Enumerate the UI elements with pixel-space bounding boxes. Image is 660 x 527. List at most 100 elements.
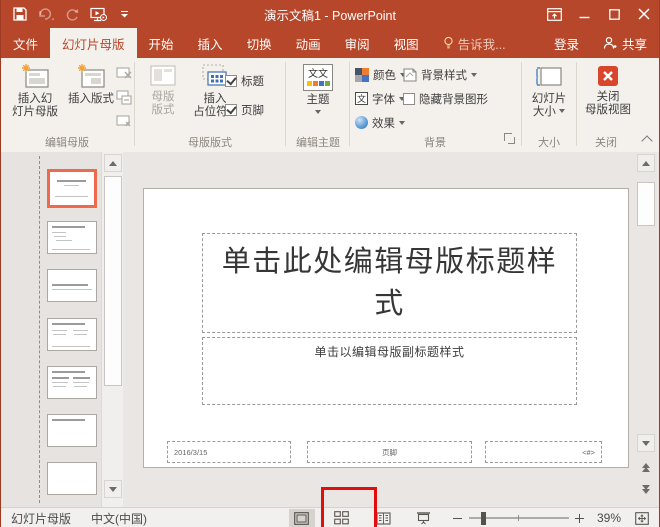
fonts-button[interactable]: 文 字体	[355, 90, 405, 107]
themes-button[interactable]: 文文 主题	[295, 60, 341, 140]
date-placeholder[interactable]: 2016/3/15	[167, 441, 291, 463]
hide-background-graphics-label: 隐藏背景图形	[419, 91, 488, 107]
panel-scrollbar-thumb[interactable]	[104, 176, 122, 386]
tab-slide-master[interactable]: 幻灯片母版	[50, 28, 137, 58]
previous-slide-button[interactable]	[637, 458, 655, 476]
zoom-controls	[453, 513, 585, 523]
redo-icon	[65, 8, 79, 21]
effects-button[interactable]: 效果	[355, 114, 405, 131]
colors-button[interactable]: 颜色	[355, 66, 406, 83]
footer-placeholder[interactable]: 页脚	[307, 441, 472, 463]
delete-master-icon	[116, 66, 132, 80]
slide-number-placeholder-text: <#>	[582, 448, 595, 457]
zoom-out-button[interactable]	[453, 513, 463, 523]
scroll-down-button[interactable]	[637, 434, 655, 452]
close-button[interactable]	[629, 0, 659, 28]
maximize-icon	[609, 9, 620, 20]
layout-thumbnail-title-slide[interactable]	[47, 169, 97, 208]
title-checkbox[interactable]	[225, 75, 237, 87]
title-placeholder[interactable]: 单击此处编辑母版标题样式	[202, 233, 577, 333]
undo-icon	[37, 8, 55, 21]
close-master-view-label: 关闭	[597, 91, 620, 104]
tab-insert[interactable]: 插入	[186, 28, 235, 58]
delete-master-button[interactable]	[115, 64, 133, 82]
normal-view-button[interactable]	[289, 509, 315, 527]
status-language-button[interactable]: 中文(中国)	[81, 510, 157, 527]
redo-button[interactable]	[61, 4, 83, 24]
tab-review[interactable]: 审阅	[333, 28, 382, 58]
background-dialog-launcher[interactable]	[504, 133, 516, 145]
layout-thumbnail-blank[interactable]	[47, 462, 97, 495]
customize-qat-button[interactable]	[113, 4, 135, 24]
zoom-slider-track[interactable]	[469, 517, 569, 519]
tab-home[interactable]: 开始	[137, 28, 186, 58]
tab-animations[interactable]: 动画	[284, 28, 333, 58]
panel-scroll-up-button[interactable]	[104, 154, 122, 172]
layout-thumbnail-comparison[interactable]	[47, 366, 97, 399]
maximize-button[interactable]	[599, 0, 629, 28]
insert-layout-button[interactable]: 插入版式	[65, 60, 117, 140]
slide-show-button[interactable]	[411, 509, 437, 527]
tab-file[interactable]: 文件	[1, 28, 50, 58]
master-layout-button[interactable]: 母版 版式	[139, 60, 187, 140]
group-label-background: 背景	[351, 134, 519, 150]
hide-background-graphics-checkbox[interactable]	[403, 93, 415, 105]
slide-number-placeholder[interactable]: <#>	[485, 441, 602, 463]
slide-canvas[interactable]: 单击此处编辑母版标题样式 单击以编辑母版副标题样式 2016/3/15 页脚 <…	[143, 188, 629, 468]
footer-checkbox-row[interactable]: 页脚	[225, 101, 264, 118]
master-layout-icon	[149, 64, 177, 88]
rename-master-button[interactable]	[115, 88, 133, 106]
insert-slide-master-button[interactable]: 插入幻 灯片母版	[7, 60, 63, 140]
tab-transitions[interactable]: 切换	[235, 28, 284, 58]
thumbnail-panel-scrollbar[interactable]	[101, 152, 123, 507]
fit-to-window-button[interactable]	[629, 509, 655, 527]
triangle-down-icon	[109, 487, 117, 492]
layout-thumbnail-title-only[interactable]	[47, 414, 97, 447]
tell-me-box[interactable]: 告诉我...	[431, 28, 518, 58]
insert-slide-master-label: 插入幻	[18, 93, 53, 106]
preserve-master-button[interactable]	[115, 112, 133, 130]
slide-size-label: 幻灯片	[532, 93, 567, 106]
subtitle-placeholder[interactable]: 单击以编辑母版副标题样式	[202, 337, 577, 405]
preserve-master-icon	[116, 114, 132, 128]
quick-access-toolbar	[1, 4, 135, 24]
share-button[interactable]: 共享	[591, 28, 659, 58]
main-scrollbar[interactable]	[635, 152, 657, 507]
close-master-view-button[interactable]: 关闭 母版视图	[581, 60, 635, 140]
background-styles-button[interactable]: 背景样式	[403, 66, 477, 83]
zoom-slider-center-tick	[518, 515, 519, 521]
minimize-icon	[579, 9, 590, 20]
slideshow-play-icon	[90, 7, 107, 22]
undo-button[interactable]	[35, 4, 57, 24]
date-placeholder-text: 2016/3/15	[174, 448, 207, 457]
layout-thumbnail-two-content[interactable]	[47, 318, 97, 351]
hide-background-graphics-row[interactable]: 隐藏背景图形	[403, 90, 488, 107]
sign-in-button[interactable]: 登录	[542, 28, 591, 58]
collapse-ribbon-button[interactable]	[643, 136, 653, 142]
panel-scroll-down-button[interactable]	[104, 480, 122, 498]
zoom-slider-thumb[interactable]	[481, 512, 486, 525]
zoom-level-button[interactable]: 39%	[585, 511, 629, 525]
group-label-master-layout: 母版版式	[136, 134, 284, 150]
ribbon-display-options-button[interactable]	[539, 0, 569, 28]
save-button[interactable]	[9, 4, 31, 24]
start-from-beginning-button[interactable]	[87, 4, 109, 24]
zoom-in-button[interactable]	[575, 513, 585, 523]
group-separator	[134, 62, 135, 146]
title-checkbox-row[interactable]: 标题	[225, 72, 264, 89]
next-slide-button[interactable]	[637, 480, 655, 498]
colors-icon	[355, 68, 369, 82]
fonts-label: 字体	[372, 91, 395, 107]
layout-thumbnail-title-content[interactable]	[47, 221, 97, 254]
title-checkbox-label: 标题	[241, 73, 264, 89]
layout-thumbnail-section-header[interactable]	[47, 269, 97, 302]
dropdown-arrow-icon	[559, 109, 565, 113]
group-separator	[285, 62, 286, 146]
slide-size-button[interactable]: 幻灯片 大小	[525, 60, 573, 140]
tab-view[interactable]: 视图	[382, 28, 431, 58]
scroll-up-button[interactable]	[637, 154, 655, 172]
footer-checkbox[interactable]	[225, 104, 237, 116]
main-scrollbar-thumb[interactable]	[637, 182, 655, 226]
minimize-button[interactable]	[569, 0, 599, 28]
lightbulb-icon	[443, 36, 454, 50]
